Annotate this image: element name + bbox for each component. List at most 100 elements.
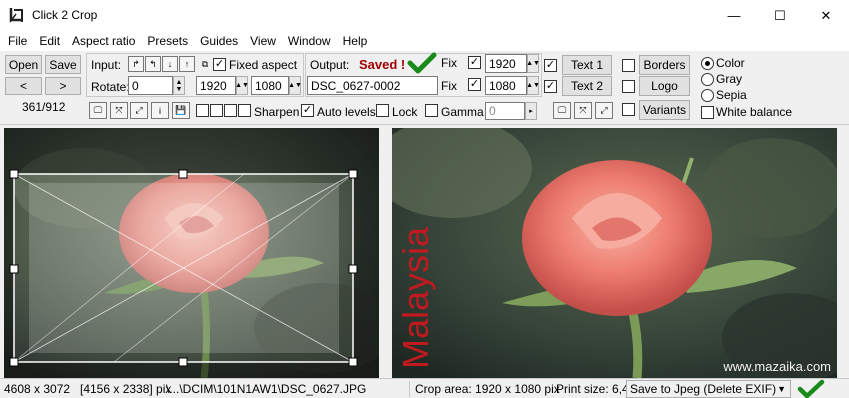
sepia-radio[interactable]: [701, 89, 714, 102]
borders-checkbox[interactable]: [622, 59, 635, 72]
output-height-field[interactable]: 1080: [485, 76, 527, 95]
chevron-down-icon: ▼: [777, 384, 786, 394]
fix-height-checkbox[interactable]: ✓: [468, 78, 481, 91]
monitor-icon[interactable]: 🖵: [89, 102, 107, 119]
crop-aspect-icon[interactable]: ⧉: [197, 56, 213, 72]
input-height-stepper[interactable]: ▲▼: [288, 76, 302, 95]
logo-button[interactable]: Logo: [639, 76, 690, 96]
text1-button[interactable]: Text 1: [562, 55, 612, 75]
info-label: i: [159, 105, 161, 116]
rotate-stepper[interactable]: ▲ ▼: [173, 76, 185, 95]
watermark-container: Malaysia: [395, 223, 436, 373]
rotate-label: Rotate:: [91, 80, 130, 94]
print-size: Print size: 6,40: [556, 382, 626, 396]
menu-aspect-ratio[interactable]: Aspect ratio: [66, 34, 141, 48]
status-bar: 4608 x 3072 [4156 x 2338] pix \...\DCIM\…: [0, 378, 849, 398]
saved-status: Saved !: [359, 57, 406, 72]
source-image-pane[interactable]: [4, 128, 379, 378]
output-label: Output:: [310, 58, 350, 72]
previous-button[interactable]: <: [5, 77, 42, 95]
sharpen-box-1[interactable]: [196, 104, 209, 117]
gamma-label: Gamma: [441, 105, 484, 119]
save-button[interactable]: Save: [45, 55, 81, 74]
fix-width-label: Fix: [441, 56, 457, 70]
save-format-value: Save to Jpeg (Delete EXIF): [630, 382, 777, 396]
expand-icon[interactable]: ⤢: [130, 102, 148, 119]
fit-icon[interactable]: ⤧: [110, 102, 128, 119]
gray-radio[interactable]: [701, 73, 714, 86]
expand-icon-2[interactable]: ⤢: [595, 102, 613, 119]
gray-radio-label: Gray: [716, 72, 743, 86]
menu-view[interactable]: View: [244, 34, 282, 48]
flip-down-icon[interactable]: ↓: [162, 56, 178, 72]
maximize-button[interactable]: ☐: [757, 0, 803, 31]
maximize-icon: ☐: [774, 7, 786, 23]
minimize-icon: —: [727, 8, 741, 23]
window-title: Click 2 Crop: [32, 8, 98, 22]
variants-button[interactable]: Variants: [639, 100, 690, 120]
toolbar: Open Save < > 361/912 Input: ↱ ↰ ↓ ↑ ⧉ ✓…: [0, 51, 849, 125]
menu-guides[interactable]: Guides: [194, 34, 244, 48]
info-button[interactable]: i: [151, 102, 169, 119]
lock-checkbox[interactable]: [376, 104, 389, 117]
save-confirm-check-icon[interactable]: [797, 379, 825, 398]
lock-label: Lock: [392, 105, 418, 119]
auto-levels-checkbox[interactable]: ✓: [301, 104, 314, 117]
open-button[interactable]: Open: [5, 55, 42, 74]
input-width-stepper[interactable]: ▲▼: [235, 76, 249, 95]
minimize-button[interactable]: —: [711, 0, 757, 31]
variants-checkbox[interactable]: [622, 103, 635, 116]
menu-window[interactable]: Window: [282, 34, 337, 48]
text1-checkbox[interactable]: ✓: [544, 59, 557, 72]
fixed-aspect-checkbox[interactable]: ✓: [213, 58, 226, 71]
text2-checkbox[interactable]: ✓: [544, 80, 557, 93]
menu-presets[interactable]: Presets: [141, 34, 194, 48]
save-format-select[interactable]: Save to Jpeg (Delete EXIF) ▼: [626, 380, 791, 398]
monitor-icon-2[interactable]: 🖵: [553, 102, 571, 119]
logo-checkbox[interactable]: [622, 80, 635, 93]
rotate-input[interactable]: 0: [128, 76, 173, 95]
output-width-stepper[interactable]: ▲▼: [526, 54, 540, 73]
close-button[interactable]: ✕: [803, 0, 849, 31]
rotate-left-icon[interactable]: ↰: [145, 56, 161, 72]
gamma-stepper[interactable]: ▸: [525, 102, 537, 120]
fix-width-checkbox[interactable]: ✓: [468, 56, 481, 69]
color-radio[interactable]: [701, 57, 714, 70]
watermark-text: Malaysia: [395, 226, 436, 370]
white-balance-checkbox[interactable]: [701, 106, 714, 119]
next-button[interactable]: >: [45, 77, 81, 95]
output-name-field[interactable]: DSC_0627-0002: [307, 76, 438, 95]
file-path: \...\DCIM\101N1AW1\DSC_0627.JPG: [166, 382, 367, 396]
source-photo: [4, 128, 379, 378]
menu-edit[interactable]: Edit: [33, 34, 66, 48]
output-height-stepper[interactable]: ▲▼: [526, 76, 540, 95]
save-disk-icon[interactable]: 💾: [172, 102, 190, 119]
menu-help[interactable]: Help: [337, 34, 374, 48]
flip-up-icon[interactable]: ↑: [179, 56, 195, 72]
fit-icon-2[interactable]: ⤧: [574, 102, 592, 119]
crop-dimensions: [4156 x 2338] pix: [80, 382, 172, 396]
title-bar: Click 2 Crop — ☐ ✕: [0, 0, 849, 31]
close-icon: ✕: [820, 7, 832, 23]
input-label: Input:: [91, 58, 122, 72]
sharpen-box-3[interactable]: [224, 104, 237, 117]
status-separator: [409, 381, 410, 397]
gamma-checkbox[interactable]: [425, 104, 438, 117]
menu-file[interactable]: File: [2, 34, 33, 48]
input-width-field[interactable]: 1920: [196, 76, 236, 95]
preview-image-pane[interactable]: Malaysia www.mazaika.com: [392, 128, 837, 378]
color-radio-label: Color: [716, 56, 745, 70]
image-counter: 361/912: [22, 100, 66, 114]
sharpen-box-2[interactable]: [210, 104, 223, 117]
check-mark: [407, 52, 437, 74]
image-dimensions: 4608 x 3072: [4, 382, 71, 396]
gamma-input[interactable]: 0: [485, 102, 525, 120]
output-width-field[interactable]: 1920: [485, 54, 527, 73]
input-height-field[interactable]: 1080: [251, 76, 289, 95]
crop-area: Crop area: 1920 x 1080 pix: [415, 382, 560, 396]
url-watermark: www.mazaika.com: [723, 359, 831, 374]
rotate-right-icon[interactable]: ↱: [128, 56, 144, 72]
borders-button[interactable]: Borders: [639, 55, 690, 75]
sharpen-box-4[interactable]: [238, 104, 251, 117]
text2-button[interactable]: Text 2: [562, 76, 612, 96]
